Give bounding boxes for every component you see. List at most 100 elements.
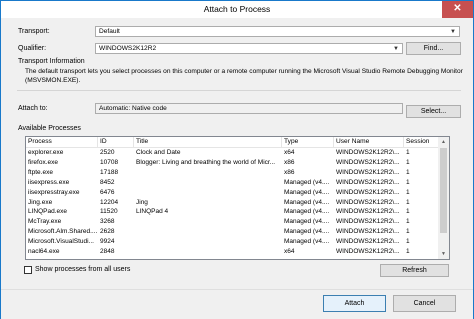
- cell-session: 1: [406, 188, 410, 196]
- cell-session: 1: [406, 228, 410, 236]
- cell-id: 2520: [100, 149, 115, 156]
- show-all-users-label: Show processes from all users: [35, 266, 131, 273]
- column-header-type[interactable]: Type: [282, 137, 334, 147]
- cell-title: LINQPad 4: [136, 208, 169, 216]
- cell-type: x64: [284, 149, 295, 156]
- cell-user-name: WINDOWS2K12R2\...: [336, 208, 400, 216]
- cancel-button[interactable]: Cancel: [393, 295, 456, 312]
- cell-id: 9924: [100, 238, 115, 246]
- cell-id: 6476: [100, 188, 115, 196]
- attach-button[interactable]: Attach: [323, 295, 386, 312]
- dialog-title: Attach to Process: [203, 4, 271, 14]
- column-header-title[interactable]: Title: [134, 137, 282, 147]
- dialog-footer: Attach Cancel: [1, 289, 473, 319]
- transport-label: Transport:: [18, 28, 50, 35]
- cell-type: Managed (v4....: [284, 228, 330, 236]
- close-icon[interactable]: ✕: [442, 1, 473, 18]
- title-bar: Attach to Process ✕: [1, 1, 473, 18]
- cell-title: [134, 217, 282, 226]
- cell-title: [134, 227, 282, 236]
- cell-session: 1: [406, 198, 410, 206]
- process-table[interactable]: Process ID Title Type User Name Session …: [25, 136, 450, 260]
- cell-process: explorer.exe: [28, 149, 64, 156]
- column-header-user-name[interactable]: User Name: [334, 137, 404, 147]
- table-row[interactable]: Microsoft.Alm.Shared.... 2628 Managed (v4.…: [26, 227, 439, 236]
- cell-type: Managed (v4....: [284, 188, 330, 196]
- table-row[interactable]: McTray.exe 3268 Managed (v4.... WINDOWS2K12…: [26, 217, 439, 226]
- cell-id: 12204: [100, 198, 119, 206]
- cell-type: Managed (v4....: [284, 238, 330, 246]
- cell-id: 17188: [100, 168, 119, 176]
- cell-process: LINQPad.exe: [28, 208, 68, 216]
- refresh-button[interactable]: Refresh: [380, 264, 449, 277]
- cell-session: 1: [406, 218, 410, 226]
- cell-title: [134, 188, 282, 197]
- cell-user-name: WINDOWS2K12R2\...: [336, 238, 400, 246]
- cell-session: 1: [406, 149, 410, 156]
- cell-id: 10708: [100, 158, 119, 166]
- cell-session: 1: [406, 208, 410, 216]
- column-header-process[interactable]: Process: [26, 137, 98, 147]
- chevron-down-icon[interactable]: ▼: [393, 44, 399, 53]
- cell-title: [134, 168, 282, 177]
- attach-to-field: Automatic: Native code: [95, 103, 403, 114]
- table-row[interactable]: explorer.exe 2520 Clock and Date x64 WINDOWS…: [26, 148, 439, 157]
- table-row[interactable]: iisexpresstray.exe 6476 Managed (v4.... WIN…: [26, 188, 439, 197]
- find-button[interactable]: Find...: [406, 42, 461, 55]
- table-row[interactable]: LINQPad.exe 11520 LINQPad 4 Managed (v4....…: [26, 207, 439, 216]
- transport-info-heading: Transport Information: [18, 58, 85, 65]
- table-row[interactable]: ftpte.exe 17188 x86 WINDOWS2K12R2\... 1: [26, 168, 439, 177]
- table-row[interactable]: nacl64.exe 2848 x64 WINDOWS2K12R2\... 1: [26, 247, 439, 256]
- cell-session: 1: [406, 158, 410, 166]
- available-processes-heading: Available Processes: [18, 125, 81, 132]
- cell-session: 1: [406, 168, 410, 176]
- cell-type: x86: [284, 158, 295, 166]
- cell-process: Microsoft.VisualStudi...: [28, 238, 94, 246]
- cell-id: 11520: [100, 208, 118, 216]
- select-button[interactable]: Select...: [406, 105, 461, 118]
- cell-process: McTray.exe: [28, 218, 62, 226]
- cell-session: 1: [406, 178, 410, 186]
- column-header-id[interactable]: ID: [98, 137, 134, 147]
- table-row[interactable]: Jing.exe 12204 Jing Managed (v4.... WINDOWS2…: [26, 198, 439, 207]
- cell-session: 1: [406, 248, 410, 255]
- cell-process: nacl64.exe: [28, 248, 60, 255]
- cell-user-name: WINDOWS2K12R2\...: [336, 158, 400, 166]
- table-row[interactable]: firefox.exe 10708 Blogger: Living and brea…: [26, 158, 439, 167]
- transport-dropdown[interactable]: Default ▼: [95, 26, 460, 37]
- table-row[interactable]: Microsoft.VisualStudi... 9924 Managed (v4.…: [26, 237, 439, 246]
- cell-user-name: WINDOWS2K12R2\...: [336, 248, 400, 255]
- cell-process: iisexpresstray.exe: [28, 188, 80, 196]
- cell-user-name: WINDOWS2K12R2\...: [336, 198, 400, 206]
- cell-type: Managed (v4....: [284, 198, 330, 206]
- cell-user-name: WINDOWS2K12R2\...: [336, 149, 400, 156]
- divider: [17, 90, 461, 91]
- table-row[interactable]: iisexpress.exe 8452 Managed (v4.... WINDOWS…: [26, 178, 439, 187]
- cell-title: [134, 237, 282, 246]
- vertical-scrollbar[interactable]: ▲ ▼: [438, 137, 449, 259]
- cell-title: [134, 178, 282, 187]
- transport-value: Default: [99, 28, 120, 35]
- cell-user-name: WINDOWS2K12R2\...: [336, 178, 400, 186]
- attach-to-process-dialog: Attach to Process ✕ Transport: Default ▼…: [0, 0, 474, 319]
- cell-type: x64: [284, 248, 295, 255]
- cell-user-name: WINDOWS2K12R2\...: [336, 218, 400, 226]
- qualifier-label: Qualifier:: [18, 45, 47, 52]
- cell-process: Jing.exe: [28, 198, 53, 206]
- scroll-thumb[interactable]: [440, 148, 447, 233]
- cell-user-name: WINDOWS2K12R2\...: [336, 168, 400, 176]
- column-header-session[interactable]: Session: [404, 137, 439, 147]
- cell-process: Microsoft.Alm.Shared....: [28, 228, 98, 236]
- scroll-down-icon[interactable]: ▼: [438, 249, 449, 259]
- qualifier-input[interactable]: WINDOWS2K12R2 ▼: [95, 43, 403, 54]
- cell-title: [134, 247, 282, 256]
- scroll-up-icon[interactable]: ▲: [438, 137, 449, 147]
- cell-id: 2628: [100, 228, 115, 236]
- cell-title: Blogger: Living and breathing the world …: [136, 158, 276, 166]
- cell-title: Clock and Date: [136, 149, 181, 156]
- cell-id: 3268: [100, 218, 115, 226]
- cell-process: firefox.exe: [28, 158, 58, 166]
- show-all-users-checkbox[interactable]: [24, 266, 32, 274]
- cell-user-name: WINDOWS2K12R2\...: [336, 188, 400, 196]
- cell-type: x86: [284, 168, 295, 176]
